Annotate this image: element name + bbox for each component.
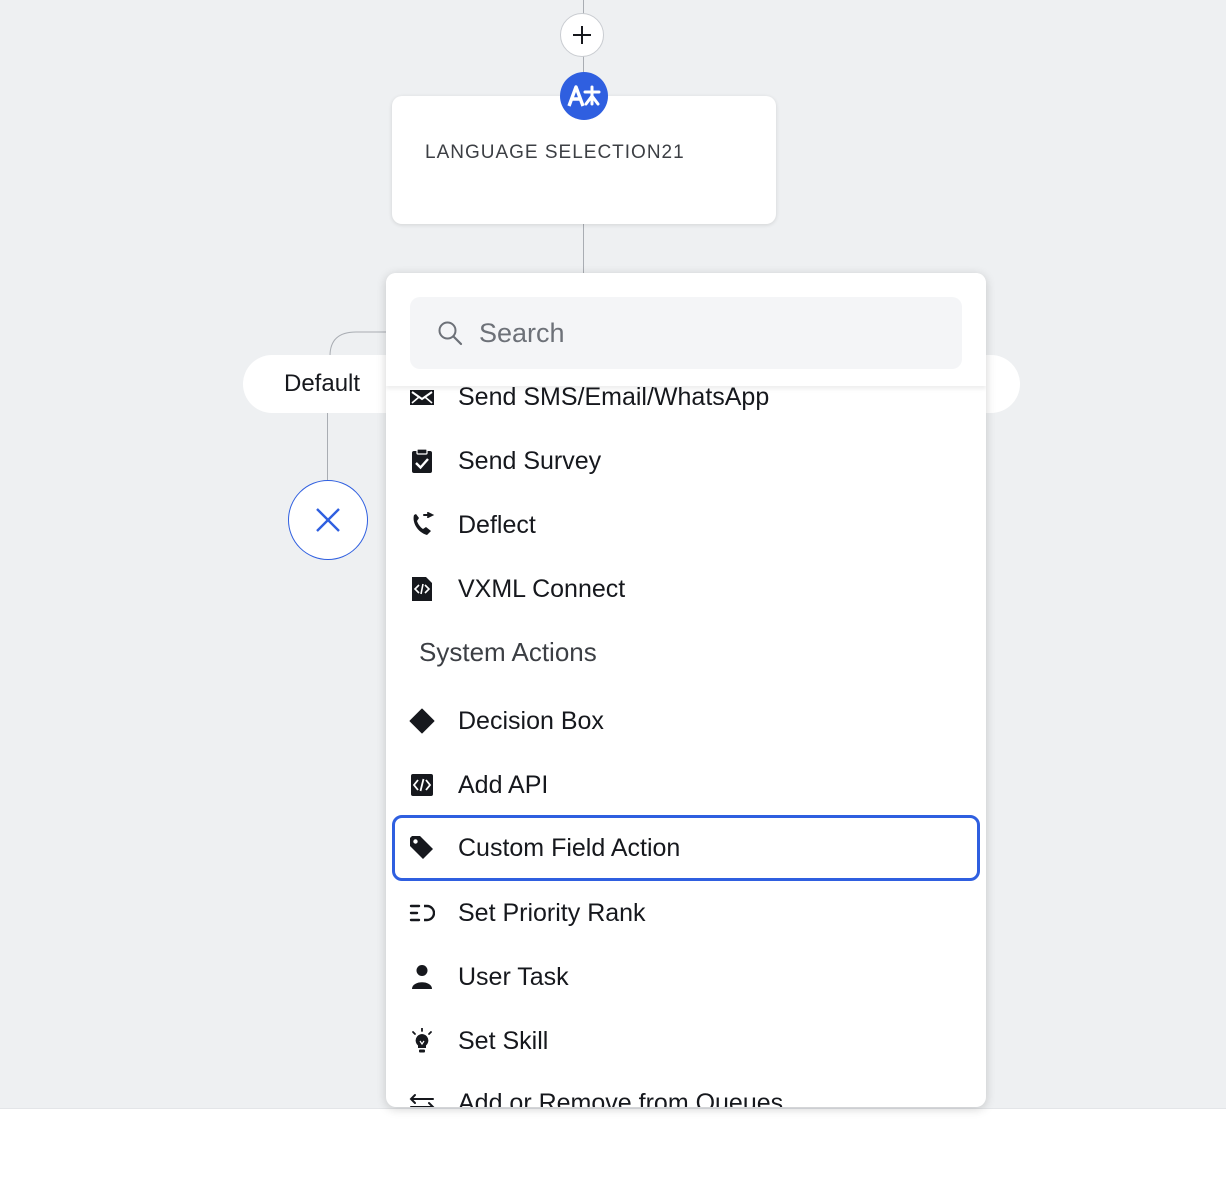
menu-item-label: Decision Box <box>458 706 604 735</box>
menu-item-label: VXML Connect <box>458 574 626 603</box>
menu-item-add-or-remove-from-queues[interactable]: Add or Remove from Queues <box>392 1071 980 1107</box>
connector-line <box>583 224 584 274</box>
connector-line <box>327 412 328 482</box>
search-header <box>386 273 986 386</box>
menu-item-label: Add API <box>458 770 549 799</box>
diamond-icon <box>408 707 436 735</box>
close-icon <box>316 508 340 532</box>
menu-item-custom-field-action[interactable]: Custom Field Action <box>392 815 980 881</box>
menu-item-set-skill[interactable]: Set Skill <box>392 1009 980 1073</box>
menu-item-label: Set Priority Rank <box>458 898 646 927</box>
phone-redirect-icon <box>408 511 436 539</box>
menu-item-send-survey[interactable]: Send Survey <box>392 429 980 493</box>
envelope-icon <box>408 383 436 411</box>
translate-icon <box>560 72 608 120</box>
footer-bar <box>0 1108 1226 1203</box>
search-input[interactable] <box>477 316 941 350</box>
menu-item-decision-box[interactable]: Decision Box <box>392 689 980 753</box>
plus-icon <box>573 26 591 44</box>
menu-item-label: Set Skill <box>458 1026 549 1055</box>
menu-item-add-api[interactable]: Add API <box>392 753 980 817</box>
code-icon <box>408 771 436 799</box>
menu-item-label: Deflect <box>458 510 536 539</box>
clipboard-check-icon <box>408 447 436 475</box>
menu-item-label: Add or Remove from Queues <box>458 1088 784 1108</box>
menu-item-label: Custom Field Action <box>458 833 681 862</box>
connector-line <box>583 0 584 14</box>
menu-item-label: Send SMS/Email/WhatsApp <box>458 382 770 411</box>
user-icon <box>408 963 436 991</box>
search-icon <box>438 321 463 346</box>
menu-item-label: User Task <box>458 962 569 991</box>
tag-icon <box>408 834 436 862</box>
remove-branch-button[interactable] <box>288 480 368 560</box>
branch-default-label: Default <box>284 370 361 397</box>
menu-item-vxml-connect[interactable]: VXML Connect <box>392 557 980 621</box>
menu-item-user-task[interactable]: User Task <box>392 945 980 1009</box>
priority-icon <box>408 899 436 927</box>
section-header-system-actions: System Actions <box>419 637 597 667</box>
menu-item-deflect[interactable]: Deflect <box>392 493 980 557</box>
menu-item-set-priority-rank[interactable]: Set Priority Rank <box>392 881 980 945</box>
search-box[interactable] <box>410 297 962 369</box>
lightbulb-icon <box>408 1027 436 1055</box>
menu-item-label: Send Survey <box>458 446 602 475</box>
branch-connector <box>329 331 386 357</box>
node-type-dropdown: Send SMS/Email/WhatsApp Send Survey Defl… <box>386 273 986 1107</box>
code-file-icon <box>408 575 436 603</box>
node-title: LANGUAGE SELECTION21 <box>425 142 685 163</box>
add-node-button[interactable] <box>560 13 604 57</box>
swap-arrows-icon <box>408 1089 436 1107</box>
